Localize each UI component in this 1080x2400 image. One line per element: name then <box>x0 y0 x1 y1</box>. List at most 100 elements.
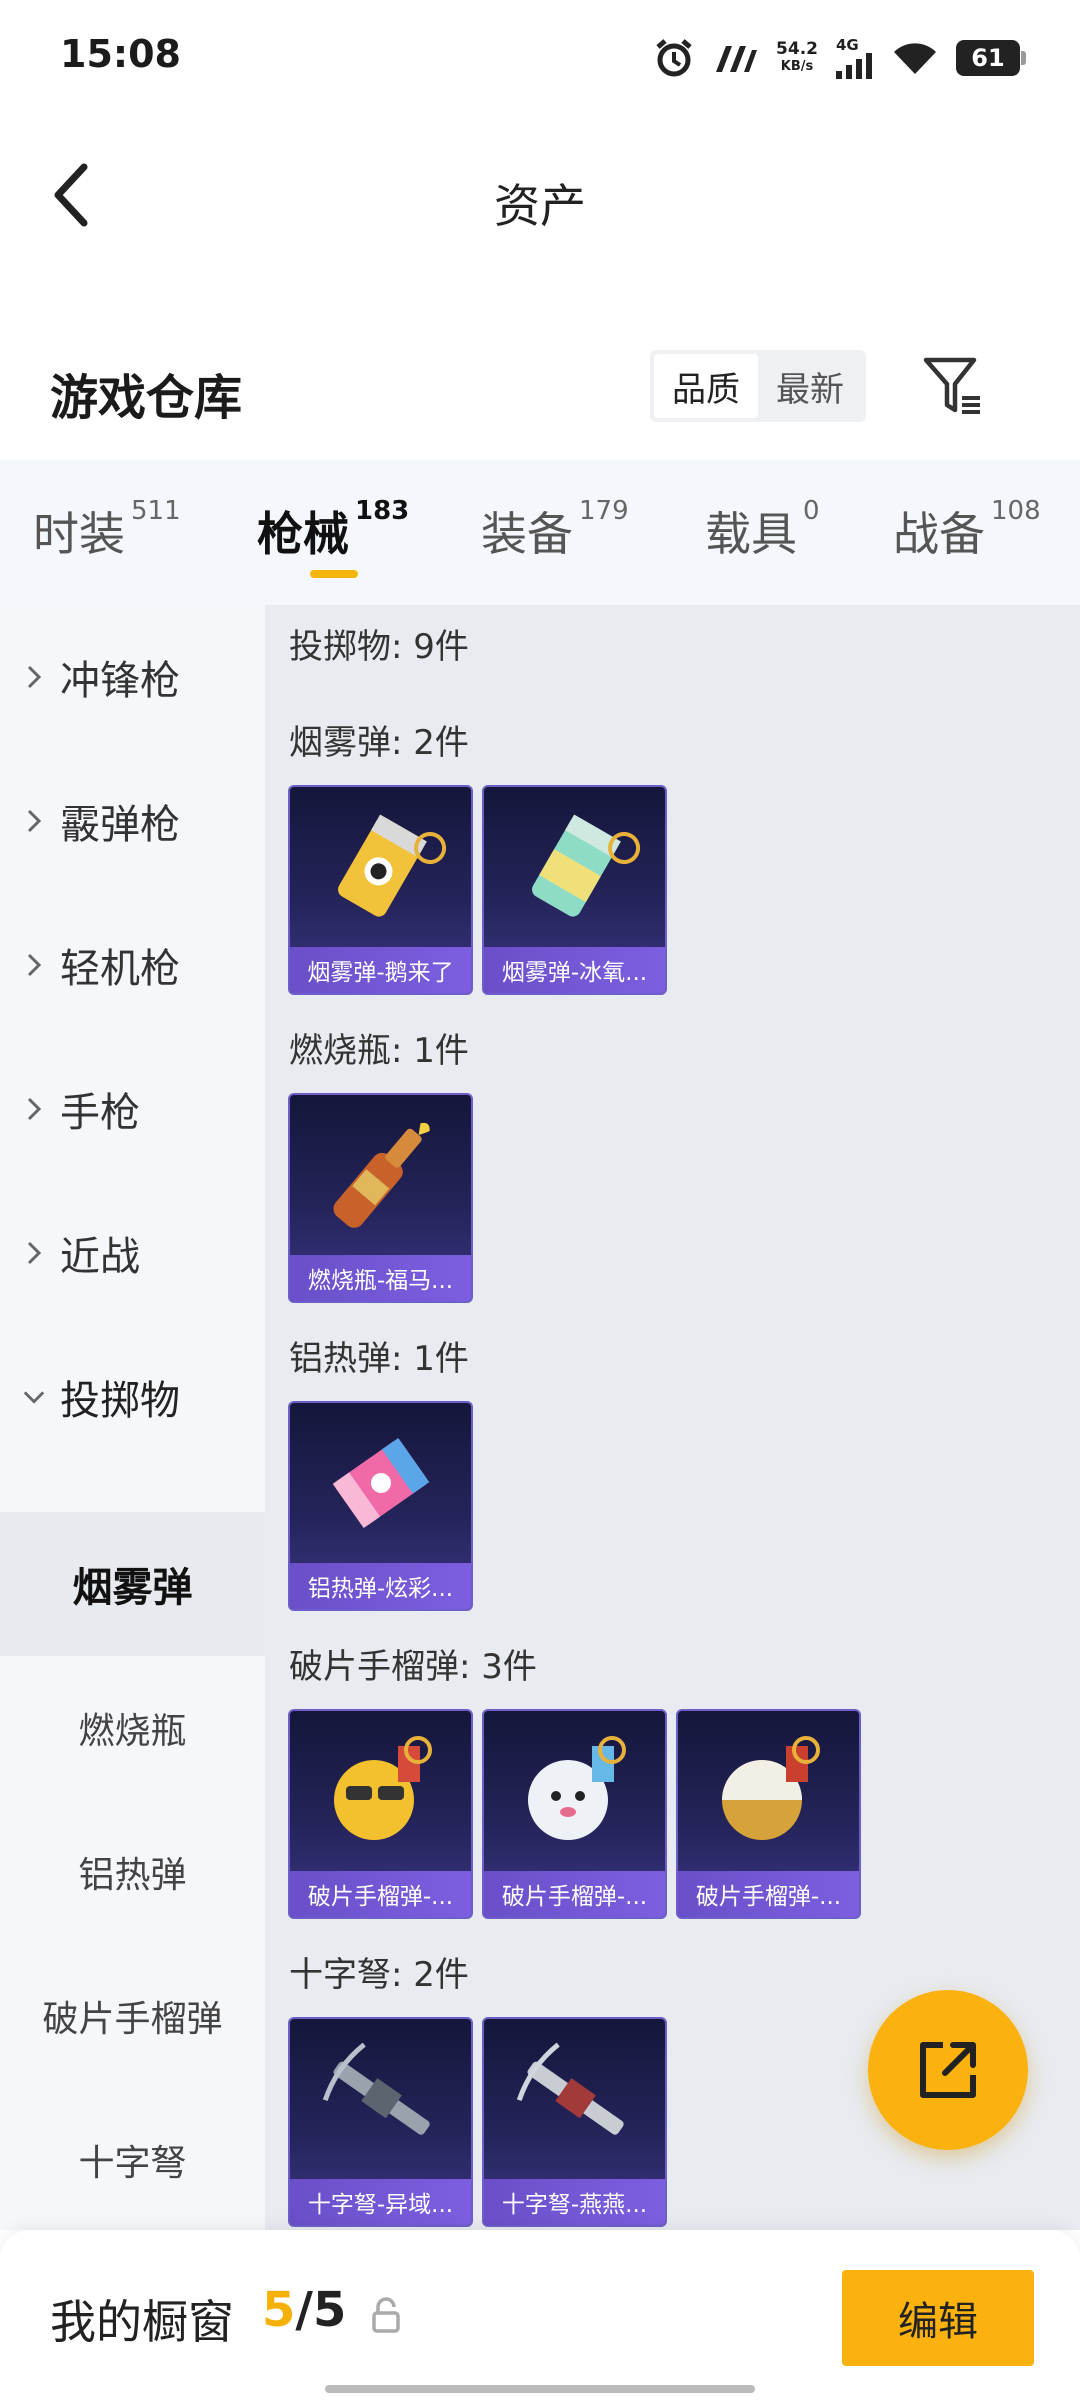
sidebar-sub-thermite[interactable]: 铝热弹 <box>0 1800 265 1944</box>
item-card[interactable]: 破片手榴弹-... <box>288 1709 473 1919</box>
tab-label: 枪械 <box>257 507 349 561</box>
tab-vehicles[interactable]: 载具 0 <box>705 496 820 564</box>
item-name: 烟雾弹-鹅来了 <box>290 947 471 993</box>
group-title: 烟雾弹: 2件 <box>289 723 469 763</box>
tab-equipment[interactable]: 装备 179 <box>481 496 629 564</box>
network-type: 4G <box>836 35 859 54</box>
thermite-grenade-image <box>290 1403 471 1563</box>
sort-option-quality[interactable]: 品质 <box>654 354 758 418</box>
battery-icon: 61 <box>956 40 1026 76</box>
signal-group: 4G <box>836 35 874 79</box>
chevron-right-icon <box>22 952 46 978</box>
crossbow-image <box>484 2019 665 2179</box>
section-header: 游戏仓库 品质 最新 <box>0 330 1080 450</box>
sidebar-item-label: 手枪 <box>60 1090 140 1136</box>
active-tab-indicator <box>310 570 358 578</box>
sidebar-sub-smoke[interactable]: 烟雾弹 <box>0 1512 265 1656</box>
sidebar-item-label: 近战 <box>60 1234 140 1280</box>
sidebar-item-label: 投掷物 <box>60 1378 180 1424</box>
item-name: 破片手榴弹-... <box>290 1871 471 1917</box>
tab-label: 战备 <box>893 507 985 561</box>
network-speed: 54.2 KB/s <box>776 40 818 76</box>
speed-value: 54.2 <box>776 39 818 59</box>
alarm-icon <box>656 39 692 77</box>
sidebar-item-smg[interactable]: 冲锋枪 <box>0 605 265 749</box>
group-title: 燃烧瓶: 1件 <box>289 1031 469 1071</box>
item-name: 铝热弹-炫彩... <box>290 1563 471 1609</box>
showcase-bar: 我的橱窗 5/5 编辑 <box>0 2230 1080 2400</box>
showcase-count: 5/5 <box>262 2282 346 2338</box>
sidebar-item-pistol[interactable]: 手枪 <box>0 1037 265 1181</box>
item-card[interactable]: 十字弩-燕燕... <box>482 2017 667 2227</box>
showcase-count-current: 5 <box>262 2282 296 2338</box>
chevron-down-icon <box>22 1389 46 1405</box>
sidebar-sub-molotov[interactable]: 燃烧瓶 <box>0 1656 265 1800</box>
tab-fashion[interactable]: 时装 511 <box>33 496 181 564</box>
sort-toggle: 品质 最新 <box>650 350 866 422</box>
sidebar-item-shotgun[interactable]: 霰弹枪 <box>0 749 265 893</box>
tab-label: 载具 <box>705 507 797 561</box>
filter-icon <box>923 357 980 414</box>
group-title: 十字弩: 2件 <box>289 1955 469 1995</box>
item-name: 破片手榴弹-... <box>678 1871 859 1917</box>
item-card[interactable]: 破片手榴弹-... <box>482 1709 667 1919</box>
item-name: 烟雾弹-冰氧... <box>484 947 665 993</box>
sidebar-sub-crossbow[interactable]: 十字弩 <box>0 2088 265 2232</box>
category-sidebar: 冲锋枪 霰弹枪 轻机枪 手枪 近战 投掷物 烟雾弹 燃烧瓶 铝热弹 破片手榴弹 … <box>0 605 265 2230</box>
group-title: 铝热弹: 1件 <box>289 1339 469 1379</box>
frag-grenade-image <box>678 1711 859 1871</box>
home-indicator[interactable] <box>325 2385 755 2393</box>
tab-count: 511 <box>131 496 181 526</box>
status-time: 15:08 <box>60 32 181 76</box>
page-title: 资产 <box>494 179 586 233</box>
frag-grenade-image <box>290 1711 471 1871</box>
sidebar-item-melee[interactable]: 近战 <box>0 1181 265 1325</box>
signal-icon <box>836 52 872 79</box>
tab-firearms[interactable]: 枪械 183 <box>257 496 410 564</box>
lock-icon <box>372 2297 400 2333</box>
showcase-count-total: 5 <box>312 2282 347 2338</box>
tab-label: 时装 <box>33 507 125 561</box>
status-bar: 15:08 54.2 KB/s 4G 61 <box>0 0 1080 115</box>
tab-count: 183 <box>355 496 410 526</box>
share-button[interactable] <box>868 1990 1028 2150</box>
chevron-right-icon <box>22 1096 46 1122</box>
item-card[interactable]: 烟雾弹-鹅来了 <box>288 785 473 995</box>
speed-unit: KB/s <box>780 59 814 74</box>
filter-button[interactable] <box>918 350 988 422</box>
tab-label: 装备 <box>481 507 573 561</box>
item-list: 投掷物: 9件 烟雾弹: 2件 烟雾弹-鹅来了 烟雾弹-冰氧... 燃烧瓶: 1… <box>265 605 1080 2230</box>
item-name: 燃烧瓶-福马... <box>290 1255 471 1301</box>
item-card[interactable]: 燃烧瓶-福马... <box>288 1093 473 1303</box>
sidebar-item-label: 霰弹枪 <box>60 802 180 848</box>
item-name: 十字弩-异域... <box>290 2179 471 2225</box>
chevron-right-icon <box>22 1240 46 1266</box>
molotov-image <box>290 1095 471 1255</box>
chevron-right-icon <box>22 664 46 690</box>
smoke-grenade-image <box>484 787 665 947</box>
sort-option-newest[interactable]: 最新 <box>758 354 862 418</box>
status-icons: 54.2 KB/s 4G 61 <box>654 30 1026 86</box>
sidebar-sub-frag[interactable]: 破片手榴弹 <box>0 1944 265 2088</box>
showcase-count-separator: / <box>295 2282 313 2338</box>
item-card[interactable]: 烟雾弹-冰氧... <box>482 785 667 995</box>
tab-count: 0 <box>803 496 820 526</box>
item-card[interactable]: 破片手榴弹-... <box>676 1709 861 1919</box>
section-title: 游戏仓库 <box>50 370 243 426</box>
group-title: 破片手榴弹: 3件 <box>289 1647 537 1687</box>
sidebar-item-label: 冲锋枪 <box>60 658 180 704</box>
share-external-icon <box>920 2042 976 2098</box>
sidebar-item-label: 轻机枪 <box>60 946 180 992</box>
showcase-label: 我的橱窗 <box>50 2295 234 2349</box>
tab-count: 108 <box>991 496 1041 526</box>
sidebar-item-throwables[interactable]: 投掷物 <box>0 1325 265 1469</box>
frag-grenade-image <box>484 1711 665 1871</box>
smoke-grenade-image <box>290 787 471 947</box>
edit-button[interactable]: 编辑 <box>842 2270 1034 2366</box>
item-card[interactable]: 铝热弹-炫彩... <box>288 1401 473 1611</box>
category-tabs: 时装 511 枪械 183 装备 179 载具 0 战备 108 <box>0 460 1080 605</box>
tab-supplies[interactable]: 战备 108 <box>893 496 1041 564</box>
sidebar-item-lmg[interactable]: 轻机枪 <box>0 893 265 1037</box>
tab-count: 179 <box>579 496 629 526</box>
item-card[interactable]: 十字弩-异域... <box>288 2017 473 2227</box>
